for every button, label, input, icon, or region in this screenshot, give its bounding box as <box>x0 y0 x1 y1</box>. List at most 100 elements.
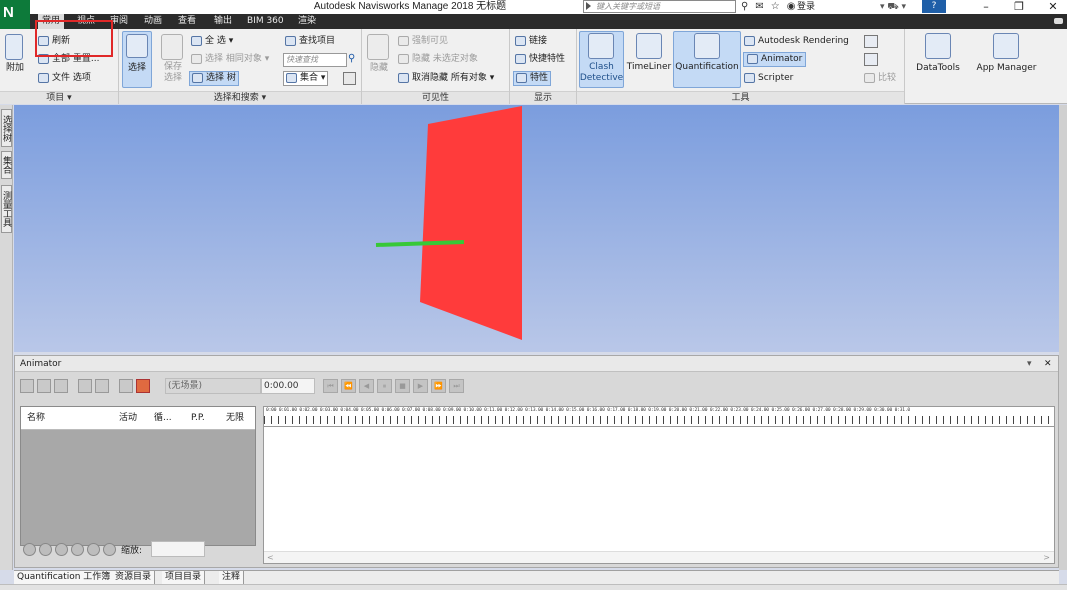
ribbon-minimize-icon[interactable] <box>1054 18 1063 24</box>
close-icon[interactable]: ✕ <box>1041 0 1065 14</box>
panel-options-icon[interactable]: ▾ <box>1027 357 1032 371</box>
login-link[interactable]: 登录 <box>797 0 815 14</box>
delete-icon[interactable] <box>23 543 36 556</box>
hide-unselected-button[interactable]: 隐藏 未选定对象 <box>398 53 478 66</box>
app-manager-button[interactable]: App Manager <box>970 63 1043 74</box>
step-back-icon[interactable]: ⏪ <box>341 379 356 393</box>
reset-all-button[interactable]: 全部 重置... <box>38 53 99 66</box>
step-forward-icon[interactable]: ⏩ <box>431 379 446 393</box>
tab-quantification-workbook[interactable]: Quantification 工作簿 <box>14 571 115 585</box>
binoculars-icon[interactable]: ⚲ <box>741 0 748 14</box>
select-same-button[interactable]: 选择 相同对象 ▾ <box>191 53 269 66</box>
restore-icon[interactable]: ❐ <box>1007 0 1031 14</box>
refresh-button[interactable]: 刷新 <box>38 35 70 48</box>
col-loop[interactable]: 循... <box>154 412 172 424</box>
selection-tree-button[interactable]: 选择 树 <box>189 71 239 86</box>
cart-icon[interactable]: ▾ ⛟ ▾ <box>880 0 906 14</box>
tab-bim360[interactable]: BIM 360 <box>247 14 284 29</box>
translate-icon[interactable] <box>37 379 51 393</box>
tab-viewpoint[interactable]: 视点 <box>77 14 95 29</box>
file-options-button[interactable]: 文件 选项 <box>38 72 91 85</box>
compare-button[interactable]: 比较 <box>864 72 896 85</box>
select-all-button[interactable]: 全 选 ▾ <box>191 35 233 48</box>
tab-output[interactable]: 输出 <box>214 14 232 29</box>
animator-button[interactable]: Animator <box>743 52 807 67</box>
reverse-play-icon[interactable]: ◀ <box>359 379 374 393</box>
autodesk-rendering-button[interactable]: Autodesk Rendering <box>744 35 849 48</box>
stop-icon[interactable]: ■ <box>395 379 410 393</box>
tab-render[interactable]: 渲染 <box>298 14 316 29</box>
col-name[interactable]: 名称 <box>27 412 45 424</box>
star-icon[interactable]: ☆ <box>771 0 780 14</box>
quick-properties-button[interactable]: 快捷特性 <box>515 53 565 66</box>
ribbon-tabs: 常用 视点 审阅 动画 查看 输出 BIM 360 渲染 <box>30 14 1067 29</box>
quick-find-icon[interactable]: ⚲ <box>348 53 355 64</box>
zoom-in-icon[interactable] <box>87 543 100 556</box>
add-scene-icon[interactable] <box>20 379 34 393</box>
color-icon[interactable] <box>95 379 109 393</box>
unhide-all-button[interactable]: 取消隐藏 所有对象 ▾ <box>398 72 494 85</box>
play-icon[interactable]: ▶ <box>413 379 428 393</box>
save-selection-button[interactable]: 保存 选择 <box>159 62 187 84</box>
zoom-input[interactable] <box>151 541 205 557</box>
user-icon[interactable]: ◉ <box>787 0 796 14</box>
tab-animation[interactable]: 动画 <box>144 14 162 29</box>
timeline-scrollbar[interactable]: < > <box>264 551 1054 563</box>
add-icon[interactable] <box>39 543 52 556</box>
tab-measure-tools[interactable]: 测量工具 <box>1 185 12 233</box>
links-button[interactable]: 链接 <box>515 35 547 48</box>
app-logo[interactable]: N <box>0 0 30 30</box>
batch-utility-icon[interactable] <box>864 53 878 66</box>
help-button[interactable]: ? <box>922 0 946 13</box>
tab-view[interactable]: 查看 <box>178 14 196 29</box>
tab-review[interactable]: 审阅 <box>110 14 128 29</box>
timeline-view[interactable]: 0:00 0:01.00 0:02.00 0:03.00 0:04.00 0:0… <box>263 406 1055 564</box>
minimize-icon[interactable]: – <box>974 0 998 14</box>
tab-sets[interactable]: 集合 <box>1 151 12 179</box>
tab-item-catalog[interactable]: 项目目录 <box>162 571 206 585</box>
scene-selector[interactable]: (无场景) <box>165 378 261 394</box>
zoom-out-icon[interactable] <box>103 543 116 556</box>
red-panel[interactable] <box>420 106 522 340</box>
sets-dropdown[interactable]: 集合 ▾ <box>283 71 329 86</box>
properties-button[interactable]: 特性 <box>513 71 552 86</box>
scale-icon[interactable] <box>78 379 92 393</box>
time-input[interactable]: 0:00.00 <box>261 378 315 394</box>
group-project-label[interactable]: 项目 ▾ <box>0 91 118 104</box>
group-selection-label[interactable]: 选择和搜索 ▾ <box>119 91 361 104</box>
quick-find-input[interactable]: 快速查找 <box>283 53 347 67</box>
appearance-profiler-icon[interactable] <box>864 35 878 48</box>
datatools-button[interactable]: DataTools <box>909 63 967 74</box>
find-items-button[interactable]: 查找项目 <box>285 35 335 48</box>
tab-resource-catalog[interactable]: 资源目录 <box>112 571 156 585</box>
fast-forward-icon[interactable]: ⏭ <box>449 379 464 393</box>
search-input[interactable]: 键入关键字或短语 <box>583 0 736 13</box>
reset-all-label: 全部 重置... <box>52 54 100 64</box>
col-active[interactable]: 活动 <box>119 412 137 424</box>
rotate-icon[interactable] <box>54 379 68 393</box>
require-button[interactable]: 强制可见 <box>398 35 448 48</box>
append-button[interactable]: 附加 <box>2 63 28 74</box>
subscription-icon[interactable]: ✉ <box>755 0 763 14</box>
hide-button[interactable]: 隐藏 <box>366 63 392 74</box>
col-pp[interactable]: P.P. <box>191 412 205 424</box>
tab-home[interactable]: 常用 <box>38 14 65 29</box>
timeliner-button[interactable]: TimeLiner <box>625 62 673 73</box>
toggle-snap-icon[interactable] <box>136 379 150 393</box>
move-down-icon[interactable] <box>71 543 84 556</box>
animator-label: Animator <box>761 54 803 64</box>
capture-keyframe-icon[interactable] <box>119 379 133 393</box>
ribbon: 附加 刷新 全部 重置... 文件 选项 项目 ▾ 选择 保存 选择 全 选 ▾… <box>0 29 1067 104</box>
tab-selection-tree[interactable]: 选择树 <box>1 109 12 147</box>
scene-viewport[interactable] <box>14 105 1059 352</box>
pause-icon[interactable]: ⏸ <box>377 379 392 393</box>
scroll-right-icon[interactable]: > <box>1043 552 1050 563</box>
tab-comments[interactable]: 注释 <box>219 571 245 585</box>
animation-tree[interactable]: 名称 活动 循... P.P. 无限 <box>20 406 256 546</box>
manage-sets-icon[interactable] <box>343 72 356 85</box>
scripter-button[interactable]: Scripter <box>744 72 793 85</box>
move-up-icon[interactable] <box>55 543 68 556</box>
panel-close-icon[interactable]: ✕ <box>1044 357 1052 371</box>
col-infinite[interactable]: 无限 <box>226 412 244 424</box>
rewind-icon[interactable]: ⏮ <box>323 379 338 393</box>
